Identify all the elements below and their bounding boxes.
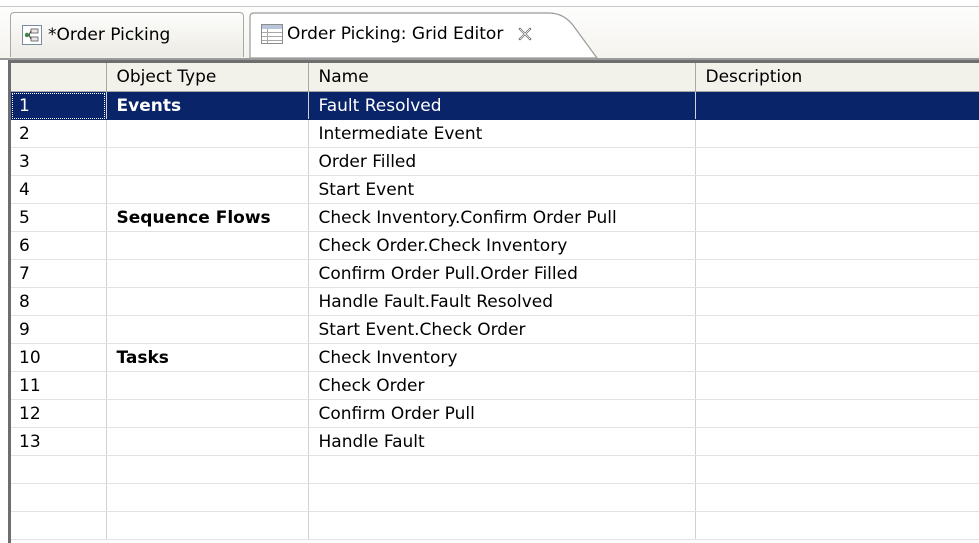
close-icon[interactable] [517,26,533,42]
object-type-cell[interactable] [106,371,309,400]
name-cell[interactable]: Check Inventory.Confirm Order Pull [308,203,696,232]
tab-label: Order Picking: Grid Editor [287,24,504,44]
object-type-cell[interactable]: Tasks [106,343,309,372]
row-number-cell[interactable]: 6 [11,231,107,260]
name-cell[interactable]: Handle Fault.Fault Resolved [308,287,696,316]
table-row[interactable]: 5 Sequence Flows Check Inventory.Confirm O… [11,203,979,232]
name-cell[interactable]: Handle Fault [308,427,696,456]
empty-cell[interactable] [106,455,309,484]
name-cell[interactable]: Check Order [308,371,696,400]
object-type-header[interactable]: Object Type [106,60,309,92]
description-cell[interactable] [695,343,979,372]
table-row[interactable]: 13 Handle Fault [11,427,979,456]
table-row[interactable]: 8 Handle Fault.Fault Resolved [11,287,979,316]
table-row[interactable]: 3 Order Filled [11,147,979,176]
row-number-cell[interactable]: 10 [11,343,107,372]
table-row[interactable]: 4 Start Event [11,175,979,204]
name-header[interactable]: Name [308,60,696,92]
empty-cell[interactable] [106,483,309,512]
empty-table-row[interactable] [11,455,979,484]
row-number-cell[interactable]: 11 [11,371,107,400]
table-row[interactable]: 2 Intermediate Event [11,119,979,148]
empty-cell[interactable] [11,483,107,512]
row-number-cell[interactable]: 7 [11,259,107,288]
table-row[interactable]: 1 Events Fault Resolved [11,91,979,120]
object-type-cell[interactable] [106,147,309,176]
name-cell[interactable]: Check Inventory [308,343,696,372]
row-number-cell[interactable]: 2 [11,119,107,148]
object-type-cell[interactable]: Events [106,91,309,120]
row-number-cell[interactable]: 13 [11,427,107,456]
grid-editor: Object Type Name Description 1 Events Faul… [8,60,979,543]
empty-cell[interactable] [11,455,107,484]
table-row[interactable]: 12 Confirm Order Pull [11,399,979,428]
empty-cell[interactable] [308,511,696,540]
table-row[interactable]: 9 Start Event.Check Order [11,315,979,344]
empty-cell[interactable] [695,511,979,540]
object-type-cell[interactable] [106,427,309,456]
name-cell[interactable]: Order Filled [308,147,696,176]
row-number-cell[interactable]: 12 [11,399,107,428]
name-cell[interactable]: Intermediate Event [308,119,696,148]
description-cell[interactable] [695,147,979,176]
object-type-cell[interactable] [106,119,309,148]
object-type-cell[interactable] [106,175,309,204]
table-row[interactable]: 11 Check Order [11,371,979,400]
empty-cell[interactable] [106,511,309,540]
name-cell[interactable]: Start Event.Check Order [308,315,696,344]
grid-body: 1 Events Fault Resolved 2 Intermediate Event… [11,91,979,540]
empty-cell[interactable] [695,483,979,512]
empty-cell[interactable] [11,511,107,540]
empty-cell[interactable] [308,483,696,512]
empty-cell[interactable] [308,455,696,484]
row-number-cell[interactable]: 4 [11,175,107,204]
object-type-cell[interactable] [106,231,309,260]
grid-table-icon [261,24,283,44]
row-number-cell[interactable]: 5 [11,203,107,232]
object-grid-table: Object Type Name Description 1 Events Faul… [11,60,979,540]
description-cell[interactable] [695,203,979,232]
grid-header-row: Object Type Name Description [11,60,979,92]
row-number-cell[interactable]: 3 [11,147,107,176]
object-type-cell[interactable] [106,315,309,344]
empty-table-row[interactable] [11,483,979,512]
description-cell[interactable] [695,231,979,260]
description-header[interactable]: Description [695,60,979,92]
row-number-cell[interactable]: 1 [11,91,107,120]
tab-bar-divider [0,6,979,7]
description-cell[interactable] [695,315,979,344]
description-cell[interactable] [695,371,979,400]
description-cell[interactable] [695,91,979,120]
description-cell[interactable] [695,119,979,148]
empty-table-row[interactable] [11,511,979,540]
table-row[interactable]: 7 Confirm Order Pull.Order Filled [11,259,979,288]
object-type-cell[interactable] [106,259,309,288]
row-number-header[interactable] [11,60,107,92]
tab-order-picking[interactable]: *Order Picking [10,12,244,57]
tab-grid-editor[interactable]: Order Picking: Grid Editor [249,12,619,58]
object-type-cell[interactable] [106,399,309,428]
row-number-cell[interactable]: 9 [11,315,107,344]
table-row[interactable]: 10 Tasks Check Inventory [11,343,979,372]
description-cell[interactable] [695,287,979,316]
name-cell[interactable]: Check Order.Check Inventory [308,231,696,260]
description-cell[interactable] [695,259,979,288]
name-cell[interactable]: Fault Resolved [308,91,696,120]
editor-tab-bar: *Order Picking Order Picking: Grid Edito… [0,0,979,60]
description-cell[interactable] [695,175,979,204]
object-type-cell[interactable]: Sequence Flows [106,203,309,232]
empty-cell[interactable] [695,455,979,484]
process-diagram-icon [22,25,42,45]
description-cell[interactable] [695,399,979,428]
row-number-cell[interactable]: 8 [11,287,107,316]
tab-label: *Order Picking [48,25,171,45]
table-row[interactable]: 6 Check Order.Check Inventory [11,231,979,260]
description-cell[interactable] [695,427,979,456]
name-cell[interactable]: Confirm Order Pull [308,399,696,428]
name-cell[interactable]: Confirm Order Pull.Order Filled [308,259,696,288]
object-type-cell[interactable] [106,287,309,316]
name-cell[interactable]: Start Event [308,175,696,204]
